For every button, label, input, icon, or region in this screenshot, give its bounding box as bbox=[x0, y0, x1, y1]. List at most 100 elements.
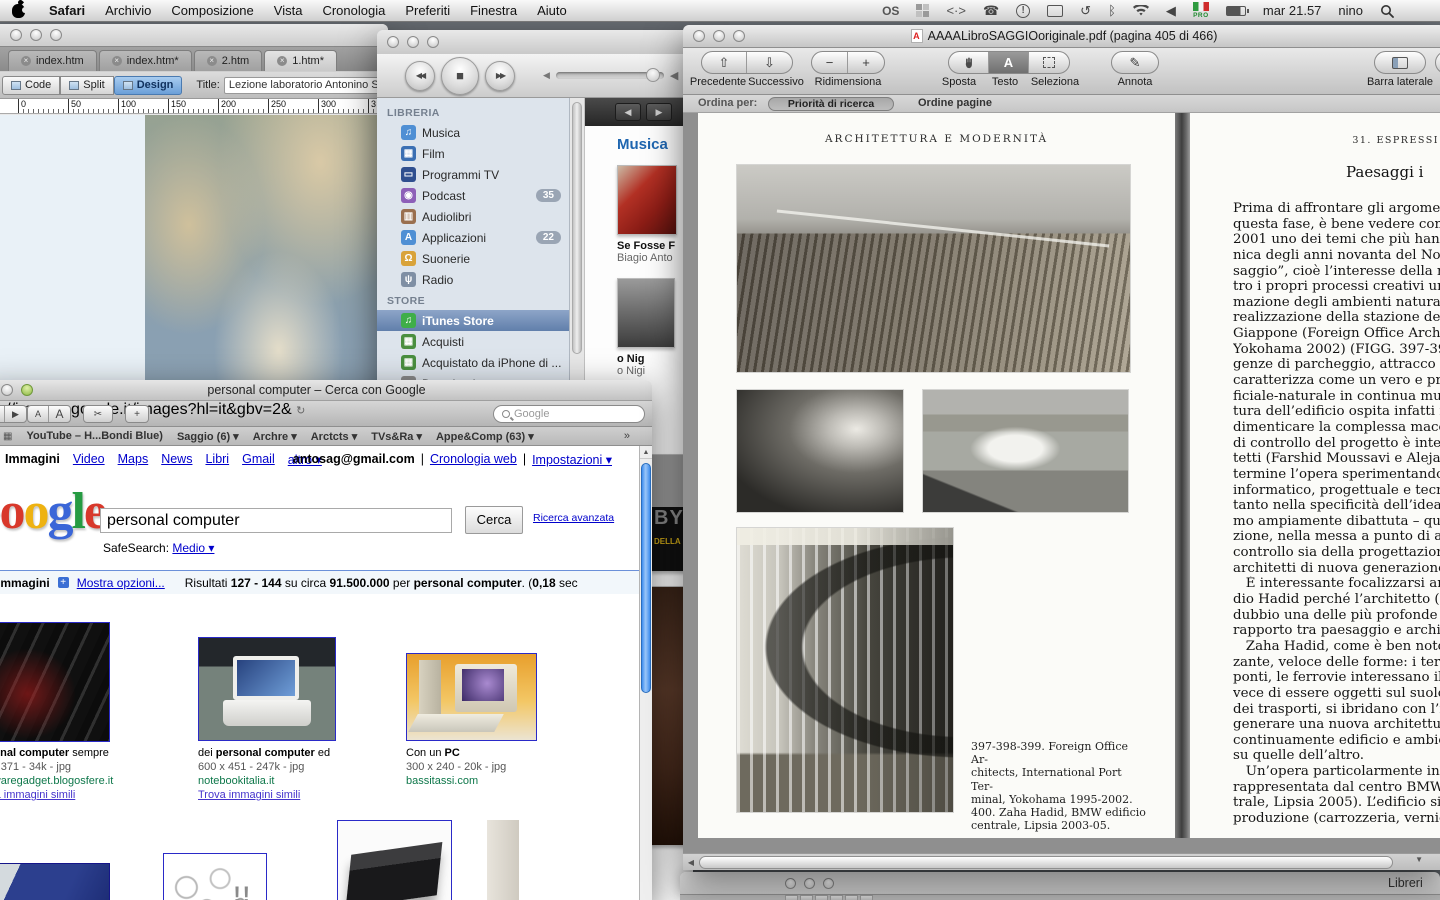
next-page-button[interactable]: ⇩ bbox=[747, 52, 792, 73]
google-search-button[interactable]: Cerca bbox=[465, 506, 523, 534]
horizontal-scrollbar[interactable]: ◀ bbox=[683, 853, 1440, 870]
bookmark-item[interactable]: Saggio (6) ▾ bbox=[177, 430, 239, 443]
close-button[interactable] bbox=[693, 30, 705, 42]
sidebar-item[interactable]: A Applicazioni 22 bbox=[377, 227, 569, 248]
spaces-icon[interactable] bbox=[916, 4, 929, 17]
menu-item[interactable]: Safari bbox=[39, 0, 95, 22]
google-nav-link[interactable]: Maps bbox=[118, 452, 149, 467]
album-artist[interactable]: o Nigi bbox=[617, 365, 693, 377]
scroll-down-arrow[interactable]: ▼ bbox=[1415, 855, 1423, 864]
show-options-link[interactable]: Mostra opzioni... bbox=[77, 576, 165, 590]
scrollbar-thumb[interactable] bbox=[641, 463, 651, 693]
album-title[interactable]: Se Fosse F bbox=[617, 240, 693, 252]
menu-item[interactable]: Composizione bbox=[161, 0, 263, 22]
sidebar-toggle-button[interactable] bbox=[1375, 52, 1425, 73]
view-mode-button[interactable]: Code bbox=[2, 76, 60, 95]
menu-item[interactable]: Finestra bbox=[460, 0, 527, 22]
minimize-button[interactable] bbox=[407, 36, 419, 48]
close-tab-icon[interactable]: × bbox=[21, 56, 31, 66]
bookmark-item[interactable]: Arctcts ▾ bbox=[311, 430, 357, 443]
close-button[interactable] bbox=[10, 29, 22, 41]
close-tab-icon[interactable]: × bbox=[277, 56, 287, 66]
sort-by-relevance-button[interactable]: Priorità di ricerca bbox=[768, 97, 894, 111]
smaller-text-button[interactable]: A bbox=[28, 406, 49, 422]
apple-menu-icon[interactable] bbox=[12, 4, 25, 18]
editor-tab[interactable]: × index.htm bbox=[8, 50, 97, 71]
zoom-in-button[interactable]: + bbox=[848, 52, 884, 73]
result-thumbnail[interactable] bbox=[0, 863, 110, 900]
google-search-input[interactable] bbox=[100, 508, 452, 533]
search-field[interactable]: Google bbox=[493, 405, 645, 423]
larger-text-button[interactable]: A bbox=[49, 406, 70, 422]
reload-icon[interactable]: ↻ bbox=[296, 405, 305, 417]
result-thumbnail[interactable] bbox=[0, 622, 110, 742]
zoom-button[interactable] bbox=[427, 36, 439, 48]
sidebar-item[interactable]: ▦ Film bbox=[377, 143, 569, 164]
battery-icon[interactable] bbox=[1226, 6, 1246, 16]
result-thumbnail[interactable] bbox=[198, 637, 336, 741]
document-title-input[interactable] bbox=[224, 77, 382, 94]
similar-images-link[interactable]: Trova immagini simili bbox=[198, 789, 300, 801]
result-thumbnail[interactable] bbox=[487, 820, 519, 900]
editor-tab[interactable]: × index.htm* bbox=[99, 50, 192, 71]
move-tool-button[interactable] bbox=[949, 52, 989, 73]
scrollbar-thumb[interactable] bbox=[699, 856, 1393, 869]
select-tool-button[interactable] bbox=[1029, 52, 1069, 73]
script-menu-icon[interactable]: <·> bbox=[946, 3, 966, 18]
safesearch-level-link[interactable]: Medio ▾ bbox=[172, 541, 214, 555]
web-history-link[interactable]: Cronologia web bbox=[430, 452, 517, 467]
preview-titlebar[interactable]: AAAALibroSAGGIOoriginale.pdf (pagina 405… bbox=[683, 25, 1440, 48]
spotlight-search-icon[interactable] bbox=[1380, 4, 1394, 18]
forward-button[interactable]: ▶ bbox=[5, 406, 26, 422]
sort-by-page-button[interactable]: Ordine pagine bbox=[918, 97, 992, 109]
wifi-icon[interactable] bbox=[1133, 5, 1149, 17]
result-thumbnail[interactable] bbox=[337, 820, 452, 900]
google-nav-link[interactable]: Libri bbox=[205, 452, 229, 467]
sync-alert-icon[interactable]: ! bbox=[1016, 4, 1030, 18]
webclip-button[interactable]: ✂ bbox=[83, 405, 113, 423]
volume-icon[interactable]: ◀ bbox=[1166, 4, 1176, 17]
phone-icon[interactable]: ☎ bbox=[983, 4, 999, 17]
scroll-left-arrow[interactable]: ◀ bbox=[683, 858, 699, 867]
minimize-button[interactable] bbox=[30, 29, 42, 41]
annotate-button[interactable]: ✎ bbox=[1112, 52, 1158, 73]
safari-scrollbar[interactable]: ▲ bbox=[639, 446, 652, 900]
displays-icon[interactable] bbox=[1047, 5, 1063, 17]
lastfm-icon[interactable]: OS bbox=[882, 4, 899, 18]
menu-clock[interactable]: mar 21.57 bbox=[1263, 3, 1322, 18]
settings-link[interactable]: Impostazioni ▾ bbox=[532, 452, 612, 467]
bookmark-item[interactable]: Archre ▾ bbox=[253, 430, 297, 443]
show-options-icon[interactable]: + bbox=[58, 577, 69, 588]
input-language-flag-icon[interactable]: PRO bbox=[1193, 2, 1209, 19]
result-thumbnail[interactable]: !! bbox=[163, 853, 267, 900]
close-button[interactable] bbox=[387, 36, 399, 48]
close-button[interactable] bbox=[785, 878, 796, 889]
pdf-content-area[interactable]: ARCHITETTURA E MODERNITÀ 397-398-399. Fo… bbox=[683, 113, 1440, 853]
zoom-button[interactable] bbox=[50, 29, 62, 41]
scrollbar-thumb[interactable] bbox=[572, 102, 582, 354]
sidebar-item[interactable]: ▦ Acquisti bbox=[377, 331, 569, 352]
zoom-button[interactable] bbox=[733, 30, 745, 42]
advanced-search-link[interactable]: Ricerca avanzata bbox=[533, 512, 614, 524]
time-machine-icon[interactable]: ↺ bbox=[1080, 4, 1091, 17]
store-forward-button[interactable]: ▶ bbox=[646, 103, 672, 121]
sidebar-item[interactable]: ▦ Acquistato da iPhone di ... bbox=[377, 352, 569, 373]
zoom-button[interactable] bbox=[823, 878, 834, 889]
result-thumbnail[interactable] bbox=[406, 653, 537, 741]
editor-tab[interactable]: × 2.htm bbox=[194, 50, 263, 71]
menu-item[interactable]: Aiuto bbox=[527, 0, 577, 22]
close-tab-icon[interactable]: × bbox=[207, 56, 217, 66]
sidebar-item[interactable]: ▥ Audiolibri bbox=[377, 206, 569, 227]
extra-tool-button[interactable] bbox=[1436, 52, 1440, 73]
volume-knob[interactable] bbox=[646, 68, 660, 82]
album-title[interactable]: o Nig bbox=[617, 353, 693, 365]
sidebar-item[interactable]: Ω Suonerie bbox=[377, 248, 569, 269]
fast-forward-button[interactable]: ▶▶ bbox=[485, 61, 515, 91]
account-email[interactable]: antosag@gmail.com bbox=[293, 452, 415, 467]
bookmark-item[interactable]: TVs&Ra ▾ bbox=[371, 430, 422, 443]
google-nav-link[interactable]: Gmail bbox=[242, 452, 275, 467]
bookmark-item[interactable]: Appe&Comp (63) ▾ bbox=[436, 430, 534, 443]
google-nav-link[interactable]: Video bbox=[73, 452, 105, 467]
menu-item[interactable]: Vista bbox=[264, 0, 313, 22]
bookmarks-grid-icon[interactable]: ▦ bbox=[3, 431, 12, 442]
